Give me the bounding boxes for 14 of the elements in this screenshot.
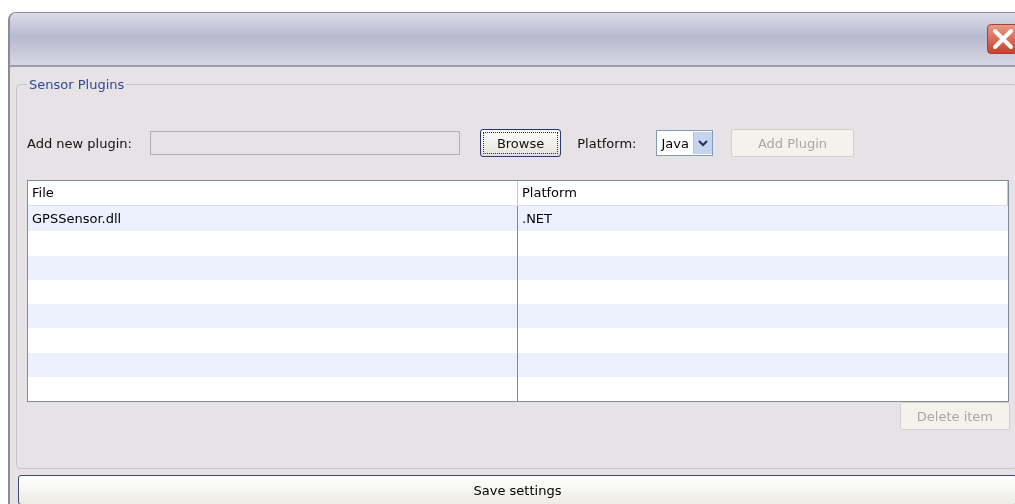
table-cell-text: .NET bbox=[521, 210, 553, 229]
field-label: Add new plugin: bbox=[27, 135, 132, 151]
chevron-down-icon bbox=[697, 139, 708, 147]
browse-button[interactable]: Browse bbox=[479, 129, 562, 157]
platform-label: Platform: bbox=[577, 135, 637, 151]
table-row[interactable]: GPSSensor.dll .NET bbox=[28, 206, 1008, 232]
close-button[interactable] bbox=[987, 24, 1015, 54]
column-header[interactable]: Platform bbox=[518, 181, 1008, 206]
close-icon bbox=[991, 27, 1015, 51]
column-header[interactable]: File bbox=[28, 181, 518, 206]
plugin-path-field[interactable] bbox=[149, 131, 460, 155]
save-settings-button[interactable]: Save settings bbox=[18, 475, 1015, 504]
group-title: Sensor Plugins bbox=[28, 77, 126, 92]
platform-dropdown[interactable]: Java bbox=[656, 130, 713, 156]
